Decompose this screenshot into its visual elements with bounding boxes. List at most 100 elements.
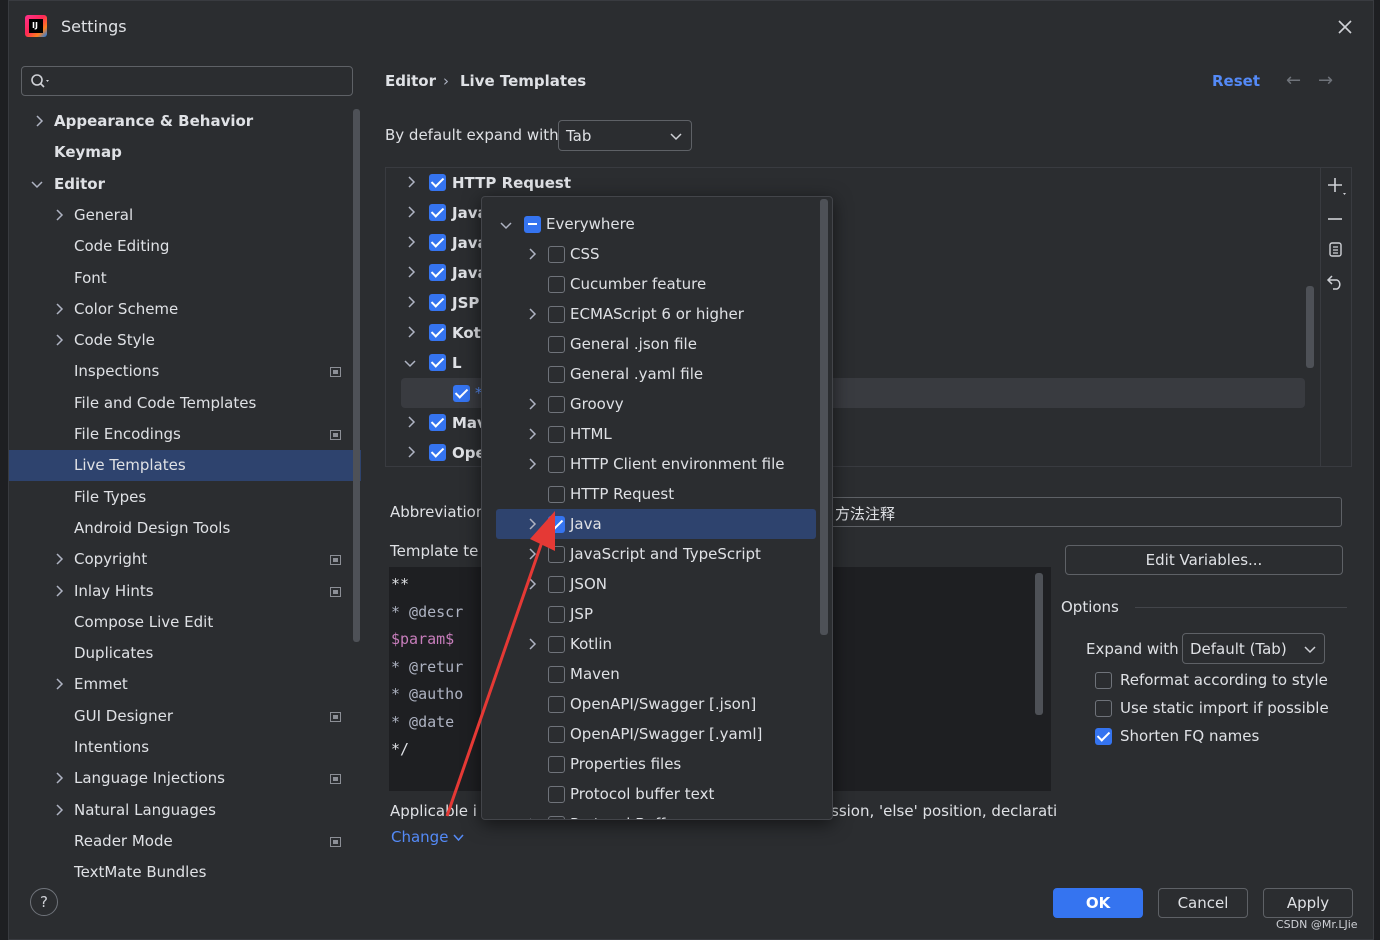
options-expand-select[interactable]: Default (Tab) xyxy=(1182,633,1325,664)
popup-scrollbar[interactable] xyxy=(820,199,828,635)
chevron-right-icon[interactable] xyxy=(54,772,64,784)
sidebar-item[interactable]: Natural Languages xyxy=(9,795,361,826)
context-checkbox[interactable] xyxy=(548,516,565,533)
context-item[interactable]: HTML xyxy=(482,419,822,449)
context-checkbox[interactable] xyxy=(548,426,565,443)
minus-icon[interactable] xyxy=(1326,210,1346,230)
sidebar-item[interactable]: Font xyxy=(9,263,361,294)
forward-arrow-icon[interactable]: → xyxy=(1318,70,1333,91)
group-checkbox[interactable] xyxy=(429,234,446,251)
sidebar-item[interactable]: Editor xyxy=(9,169,361,200)
chevron-right-icon[interactable] xyxy=(54,209,64,221)
chevron-right-icon[interactable] xyxy=(406,236,416,248)
context-item[interactable]: Properties files xyxy=(482,749,822,779)
option-checkbox[interactable] xyxy=(1095,728,1112,745)
sidebar-item[interactable]: Copyright xyxy=(9,544,361,575)
group-checkbox[interactable] xyxy=(429,354,446,371)
reset-link[interactable]: Reset xyxy=(1212,72,1260,90)
chevron-right-icon[interactable] xyxy=(527,398,537,410)
chevron-right-icon[interactable] xyxy=(527,638,537,650)
group-checkbox[interactable] xyxy=(429,324,446,341)
context-item[interactable]: Cucumber feature xyxy=(482,269,822,299)
edit-variables-button[interactable]: Edit Variables... xyxy=(1065,545,1343,575)
context-item[interactable]: Groovy xyxy=(482,389,822,419)
plus-icon[interactable] xyxy=(1326,176,1348,198)
sidebar-item[interactable]: Inspections xyxy=(9,356,361,387)
sidebar-item[interactable]: File and Code Templates xyxy=(9,388,361,419)
chevron-right-icon[interactable] xyxy=(406,326,416,338)
sidebar-scrollbar[interactable] xyxy=(353,109,360,642)
group-checkbox[interactable] xyxy=(429,204,446,221)
sidebar-item[interactable]: File Encodings xyxy=(9,419,361,450)
change-link[interactable]: Change xyxy=(391,828,464,846)
abbreviation-field[interactable]: 方法注释 xyxy=(809,497,1342,527)
sidebar-item[interactable]: Code Style xyxy=(9,325,361,356)
context-checkbox[interactable] xyxy=(548,546,565,563)
context-item[interactable]: CSS xyxy=(482,239,822,269)
chevron-down-icon[interactable] xyxy=(500,220,512,230)
context-checkbox[interactable] xyxy=(548,456,565,473)
sidebar-item[interactable]: Emmet xyxy=(9,669,361,700)
copy-icon[interactable] xyxy=(1326,240,1346,260)
chevron-right-icon[interactable] xyxy=(527,248,537,260)
sidebar-item[interactable]: Appearance & Behavior xyxy=(9,106,361,137)
sidebar-item[interactable]: Compose Live Edit xyxy=(9,607,361,638)
context-checkbox[interactable] xyxy=(548,636,565,653)
context-checkbox[interactable] xyxy=(548,276,565,293)
chevron-right-icon[interactable] xyxy=(527,818,537,820)
template-group-row[interactable]: HTTP Request xyxy=(386,168,1316,198)
chevron-right-icon[interactable] xyxy=(527,428,537,440)
chevron-right-icon[interactable] xyxy=(406,206,416,218)
group-checkbox[interactable] xyxy=(429,174,446,191)
chevron-right-icon[interactable] xyxy=(406,296,416,308)
chevron-right-icon[interactable] xyxy=(54,303,64,315)
sidebar-item[interactable]: Inlay Hints xyxy=(9,576,361,607)
sidebar-item[interactable]: Intentions xyxy=(9,732,361,763)
search-field[interactable] xyxy=(54,70,344,92)
group-checkbox[interactable] xyxy=(429,414,446,431)
context-checkbox[interactable] xyxy=(548,396,565,413)
sidebar-item[interactable]: Live Templates xyxy=(9,450,361,482)
help-button[interactable]: ? xyxy=(30,888,58,916)
context-item[interactable]: ECMAScript 6 or higher xyxy=(482,299,822,329)
context-checkbox[interactable] xyxy=(548,816,565,819)
context-item[interactable]: Maven xyxy=(482,659,822,689)
sidebar-item[interactable]: Duplicates xyxy=(9,638,361,669)
context-item[interactable]: Protocol Buffers xyxy=(482,809,822,820)
chevron-right-icon[interactable] xyxy=(54,804,64,816)
option-checkbox-row[interactable]: Shorten FQ names xyxy=(1095,723,1355,749)
chevron-right-icon[interactable] xyxy=(406,416,416,428)
context-item[interactable]: OpenAPI/Swagger [.json] xyxy=(482,689,822,719)
back-arrow-icon[interactable]: ← xyxy=(1286,70,1301,91)
expand-with-select[interactable]: Tab xyxy=(558,120,692,151)
context-root-checkbox[interactable] xyxy=(524,216,541,233)
list-scrollbar[interactable] xyxy=(1306,286,1314,368)
sidebar-item[interactable]: Reader Mode xyxy=(9,826,361,857)
chevron-down-icon[interactable] xyxy=(404,358,416,368)
context-checkbox[interactable] xyxy=(548,246,565,263)
context-item[interactable]: HTTP Request xyxy=(482,479,822,509)
context-checkbox[interactable] xyxy=(548,786,565,803)
sidebar-item[interactable]: GUI Designer xyxy=(9,701,361,732)
sidebar-item[interactable]: Code Editing xyxy=(9,231,361,262)
apply-button[interactable]: Apply xyxy=(1263,888,1353,918)
context-checkbox[interactable] xyxy=(548,336,565,353)
chevron-right-icon[interactable] xyxy=(527,548,537,560)
editor-scrollbar[interactable] xyxy=(1035,573,1043,715)
chevron-right-icon[interactable] xyxy=(54,678,64,690)
breadcrumb-editor[interactable]: Editor xyxy=(385,72,436,90)
close-icon[interactable] xyxy=(1337,19,1353,35)
chevron-down-icon[interactable] xyxy=(31,179,43,189)
chevron-right-icon[interactable] xyxy=(527,578,537,590)
context-item[interactable]: Java xyxy=(496,509,816,539)
sidebar-item[interactable]: Language Injections xyxy=(9,763,361,794)
context-checkbox[interactable] xyxy=(548,756,565,773)
option-checkbox[interactable] xyxy=(1095,700,1112,717)
chevron-right-icon[interactable] xyxy=(54,334,64,346)
option-checkbox-row[interactable]: Use static import if possible xyxy=(1095,695,1355,721)
group-checkbox[interactable] xyxy=(429,264,446,281)
option-checkbox[interactable] xyxy=(1095,672,1112,689)
group-checkbox[interactable] xyxy=(429,444,446,461)
context-item[interactable]: General .yaml file xyxy=(482,359,822,389)
sidebar-item[interactable]: TextMate Bundles xyxy=(9,857,361,881)
